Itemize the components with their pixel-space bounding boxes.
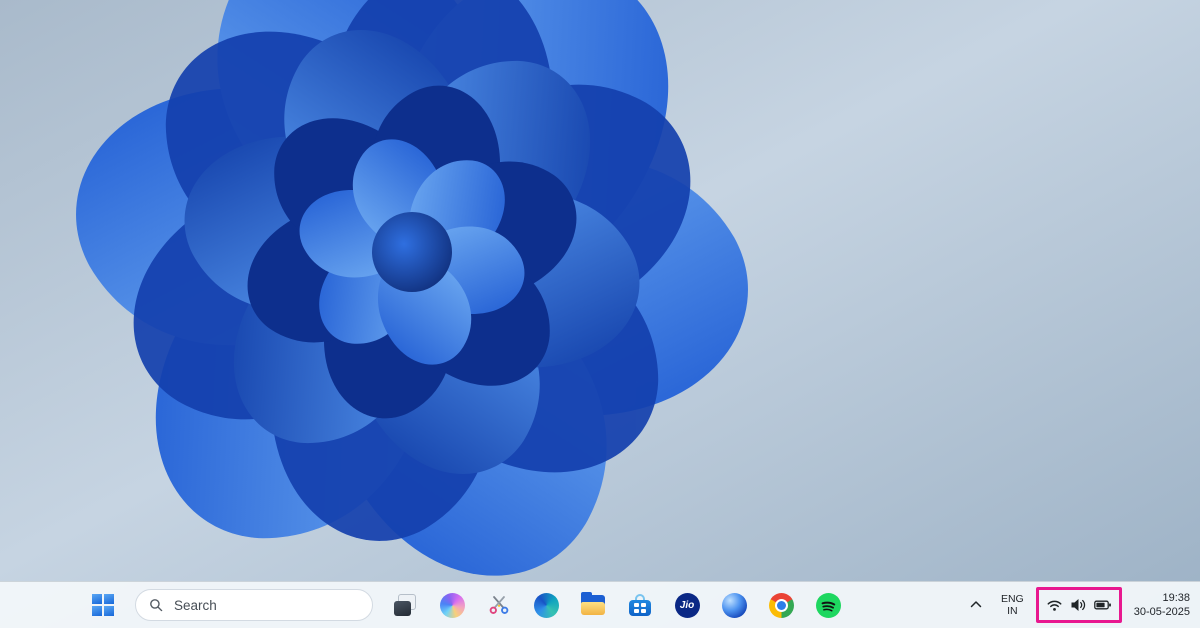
volume-icon bbox=[1070, 597, 1087, 613]
bloom-wallpaper bbox=[0, 0, 1200, 628]
task-view-button[interactable] bbox=[386, 586, 424, 624]
quick-settings-button[interactable] bbox=[1039, 591, 1119, 619]
copilot-button[interactable] bbox=[433, 586, 471, 624]
snipping-tool-button[interactable] bbox=[480, 586, 518, 624]
jio-icon: Jio bbox=[675, 593, 700, 618]
search-label: Search bbox=[174, 598, 217, 613]
battery-icon bbox=[1094, 597, 1112, 613]
taskbar-app-group: Search bbox=[84, 582, 847, 628]
clock[interactable]: 19:38 30-05-2025 bbox=[1130, 587, 1194, 623]
taskbar: Search bbox=[0, 581, 1200, 628]
language-line2: IN bbox=[1001, 605, 1024, 617]
chrome-button[interactable] bbox=[762, 586, 800, 624]
desktop[interactable] bbox=[0, 0, 1200, 628]
chevron-up-icon bbox=[967, 596, 985, 614]
wifi-icon bbox=[1046, 597, 1063, 613]
microsoft-store-button[interactable] bbox=[621, 586, 659, 624]
microsoft-store-icon bbox=[628, 593, 652, 617]
file-explorer-button[interactable] bbox=[574, 586, 612, 624]
language-indicator[interactable]: ENG IN bbox=[997, 587, 1028, 623]
task-view-icon bbox=[393, 594, 417, 616]
chrome-icon bbox=[769, 593, 794, 618]
language-line1: ENG bbox=[1001, 593, 1024, 605]
windows-logo-icon bbox=[92, 594, 114, 616]
jio-button[interactable]: Jio bbox=[668, 586, 706, 624]
spotify-icon bbox=[816, 593, 841, 618]
edge-icon bbox=[534, 593, 559, 618]
system-tray: ENG IN bbox=[963, 582, 1194, 628]
jio-label: Jio bbox=[680, 600, 694, 611]
firefox-icon bbox=[722, 593, 747, 618]
clock-date: 30-05-2025 bbox=[1134, 605, 1190, 619]
edge-button[interactable] bbox=[527, 586, 565, 624]
file-explorer-icon bbox=[581, 595, 605, 615]
clock-time: 19:38 bbox=[1134, 591, 1190, 605]
search-box[interactable]: Search bbox=[135, 589, 373, 621]
copilot-icon bbox=[440, 593, 465, 618]
spotify-button[interactable] bbox=[809, 586, 847, 624]
search-icon bbox=[149, 598, 164, 613]
firefox-button[interactable] bbox=[715, 586, 753, 624]
tray-highlight-annotation bbox=[1036, 587, 1122, 623]
start-button[interactable] bbox=[84, 586, 122, 624]
snipping-tool-icon bbox=[487, 593, 511, 617]
show-hidden-icons-button[interactable] bbox=[963, 587, 989, 623]
